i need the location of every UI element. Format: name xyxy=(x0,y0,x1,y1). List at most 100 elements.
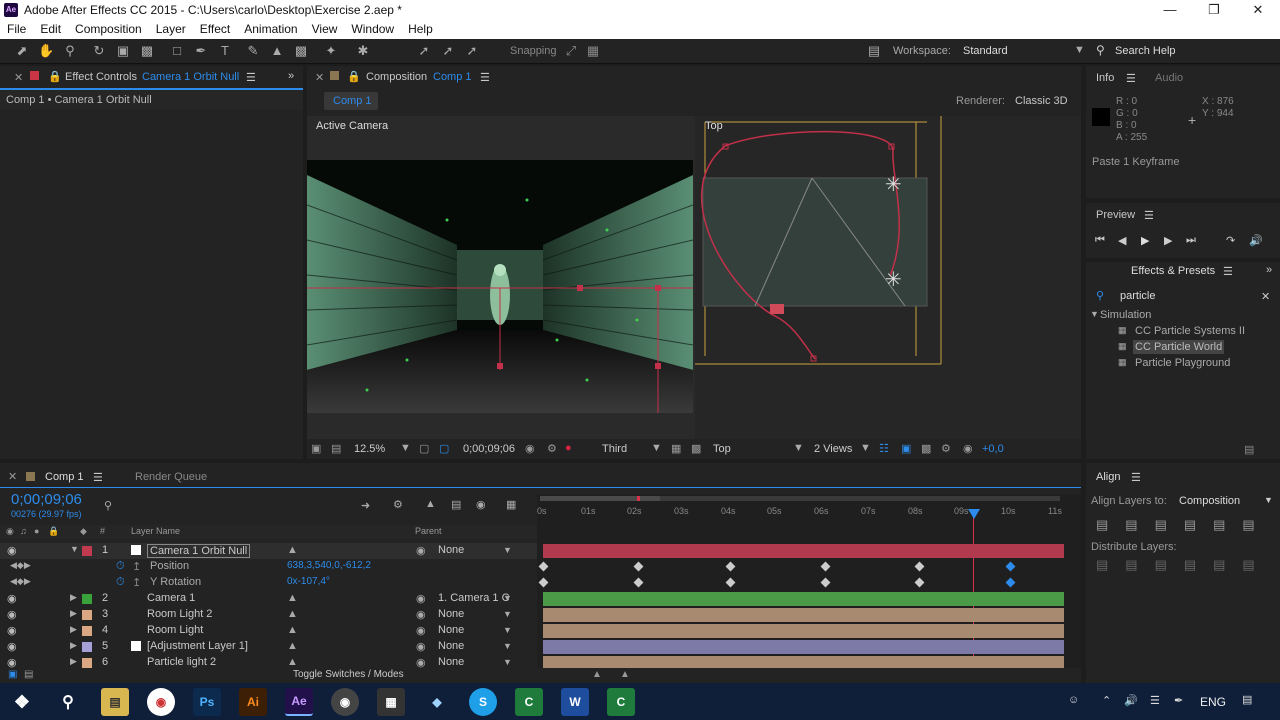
effect-item[interactable]: Particle Playground xyxy=(1135,357,1230,369)
first-frame-icon[interactable]: ⏮ xyxy=(1095,234,1105,247)
skype-icon[interactable]: S xyxy=(469,688,497,716)
layer-duration-bar[interactable] xyxy=(543,608,1064,622)
layer-name[interactable]: [Adjustment Layer 1] xyxy=(147,640,248,652)
parent-select[interactable]: 1. Camera 1 C xyxy=(438,592,510,604)
label-color-icon[interactable] xyxy=(82,626,92,636)
layer-name[interactable]: Room Light xyxy=(147,624,203,636)
layer-name[interactable]: Particle light 2 xyxy=(147,656,216,668)
audio-icon[interactable]: 🔊 xyxy=(1249,234,1263,247)
shy-switch-icon[interactable]: ▲ xyxy=(287,624,298,636)
lock-col-icon[interactable]: 🔒 xyxy=(48,526,59,537)
start-icon[interactable]: ❖ xyxy=(8,688,36,716)
rectangle-tool-icon[interactable]: □ xyxy=(169,43,185,59)
snap-grid-icon[interactable]: ▦ xyxy=(585,43,601,59)
effects-tab[interactable]: Effects & Presets xyxy=(1131,265,1215,277)
twirl-icon[interactable]: ▶ xyxy=(70,624,77,635)
pan-behind-tool-icon[interactable]: ▩ xyxy=(139,43,155,59)
shy-switch-icon[interactable]: ▲ xyxy=(287,592,298,604)
layer-switches-icon[interactable]: ▣ xyxy=(8,669,17,680)
layer-name[interactable]: Room Light 2 xyxy=(147,608,212,620)
expand-panel-icon[interactable]: » xyxy=(288,70,294,82)
lock-icon[interactable]: 🔒 xyxy=(48,70,62,83)
search-icon[interactable]: ⚲ xyxy=(104,499,112,512)
channel-icon[interactable]: ● xyxy=(565,442,572,454)
keyframe-nav-icon[interactable]: ◀◆▶ xyxy=(10,560,31,571)
audio-tab[interactable]: Audio xyxy=(1155,72,1183,84)
time-ruler[interactable]: 0s 01s 02s 03s 04s 05s 06s 07s 08s 09s 10s 11s xyxy=(537,504,1069,520)
layer-name-col[interactable]: Layer Name xyxy=(131,526,180,536)
twirl-icon[interactable]: ▼ xyxy=(70,544,79,554)
flowchart-icon[interactable]: ▩ xyxy=(921,442,931,455)
rotate-tool-icon[interactable]: ↻ xyxy=(91,43,107,59)
effect-item-selected[interactable]: CC Particle World xyxy=(1133,340,1225,354)
layer-duration-bar[interactable] xyxy=(543,640,1064,654)
renderer-value[interactable]: Classic 3D xyxy=(1015,95,1068,107)
menu-animation[interactable]: Animation xyxy=(237,22,304,36)
align-tab[interactable]: Align xyxy=(1096,471,1120,483)
label-color-icon[interactable] xyxy=(82,658,92,668)
parent-dropdown-icon[interactable]: ▼ xyxy=(503,657,512,667)
info-tab[interactable]: Info xyxy=(1096,72,1114,84)
restore-icon[interactable]: ❐ xyxy=(1192,0,1236,19)
draft-3d-icon[interactable]: ⚙ xyxy=(393,498,403,511)
menu-view[interactable]: View xyxy=(305,22,345,36)
workspace-dropdown-icon[interactable]: ▼ xyxy=(1074,44,1085,56)
grid-icon[interactable]: ▦ xyxy=(671,442,681,455)
always-preview-icon[interactable]: ▣ xyxy=(311,442,321,455)
toggle-mask-icon[interactable]: ▣ xyxy=(901,442,911,455)
shy-switch-icon[interactable]: ▲ xyxy=(287,608,298,620)
pickwhip-icon[interactable]: ◉ xyxy=(416,544,426,557)
effect-item[interactable]: CC Particle Systems II xyxy=(1135,325,1245,337)
close-tab-icon[interactable]: ✕ xyxy=(8,470,17,483)
effects-search-input[interactable]: particle xyxy=(1120,290,1155,302)
menu-file[interactable]: File xyxy=(0,22,33,36)
magnification-select[interactable]: 12.5% xyxy=(354,443,385,455)
layer-row[interactable]: ◉ ▶ 4 Room Light ▲ ◉ None ▼ xyxy=(0,623,537,639)
volume-icon[interactable]: 🔊 xyxy=(1124,694,1138,707)
zoom-out-icon[interactable]: ▲ xyxy=(592,669,602,680)
label-color-icon[interactable] xyxy=(82,546,92,556)
type-tool-icon[interactable]: T xyxy=(217,43,233,59)
composition-viewer[interactable]: Active Camera ✳ ✳ Top xyxy=(307,116,1081,439)
new-folder-icon[interactable]: ▤ xyxy=(1244,443,1254,456)
calculator-icon[interactable]: ▦ xyxy=(377,688,405,716)
menu-layer[interactable]: Layer xyxy=(149,22,193,36)
menu-composition[interactable]: Composition xyxy=(68,22,149,36)
last-frame-icon[interactable]: ⏭ xyxy=(1186,234,1196,247)
region-icon[interactable]: ▢ xyxy=(439,442,449,455)
timeline-timecode[interactable]: 0;00;09;06 xyxy=(11,491,82,508)
comp-mini-flowchart-icon[interactable]: ➜ xyxy=(361,499,370,512)
camtasia-recorder-icon[interactable]: C xyxy=(607,688,635,716)
workspace-select[interactable]: Standard xyxy=(963,45,1008,57)
after-effects-icon[interactable]: Ae xyxy=(285,688,313,716)
exposure-value[interactable]: +0,0 xyxy=(982,443,1004,455)
menu-effect[interactable]: Effect xyxy=(193,22,237,36)
parent-dropdown-icon[interactable]: ▼ xyxy=(503,641,512,651)
people-icon[interactable]: ☺ xyxy=(1068,694,1079,706)
parent-select[interactable]: None xyxy=(438,608,464,620)
layer-row[interactable]: ◉ ▶ 3 Room Light 2 ▲ ◉ None ▼ xyxy=(0,607,537,623)
align-to-dropdown-icon[interactable]: ▼ xyxy=(1264,495,1273,505)
layer-duration-bar[interactable] xyxy=(543,544,1064,558)
preview-tab[interactable]: Preview xyxy=(1096,209,1135,221)
parent-dropdown-icon[interactable]: ▼ xyxy=(503,593,512,603)
transfer-controls-icon[interactable]: ▤ xyxy=(24,669,33,680)
panel-menu-icon[interactable]: ☰ xyxy=(480,71,490,84)
label-color-icon[interactable] xyxy=(82,642,92,652)
stopwatch-icon[interactable]: ⏱ xyxy=(116,576,125,589)
chrome-icon[interactable]: ◉ xyxy=(147,688,175,716)
search-help-input[interactable]: Search Help xyxy=(1115,45,1176,57)
twirl-icon[interactable]: ▶ xyxy=(70,592,77,603)
loop-icon[interactable]: ↷ xyxy=(1226,234,1235,247)
parent-select[interactable]: None xyxy=(438,640,464,652)
pickwhip-icon[interactable]: ◉ xyxy=(416,608,426,621)
playhead-handle[interactable] xyxy=(968,509,980,519)
views-dropdown-icon[interactable]: ▼ xyxy=(860,442,871,454)
align-buttons[interactable]: ▤▤▤▤▤▤ xyxy=(1096,517,1272,533)
prev-frame-icon[interactable]: ◀ xyxy=(1118,234,1126,247)
property-row[interactable]: ◀◆▶ ⏱ ↥ Position 638,3,540,0,-612,2 xyxy=(0,559,537,575)
twirl-icon[interactable]: ▶ xyxy=(70,640,77,651)
panel-menu-icon[interactable]: ☰ xyxy=(246,71,256,84)
search-icon[interactable]: ⚲ xyxy=(54,688,82,716)
render-queue-tab[interactable]: Render Queue xyxy=(135,471,207,483)
